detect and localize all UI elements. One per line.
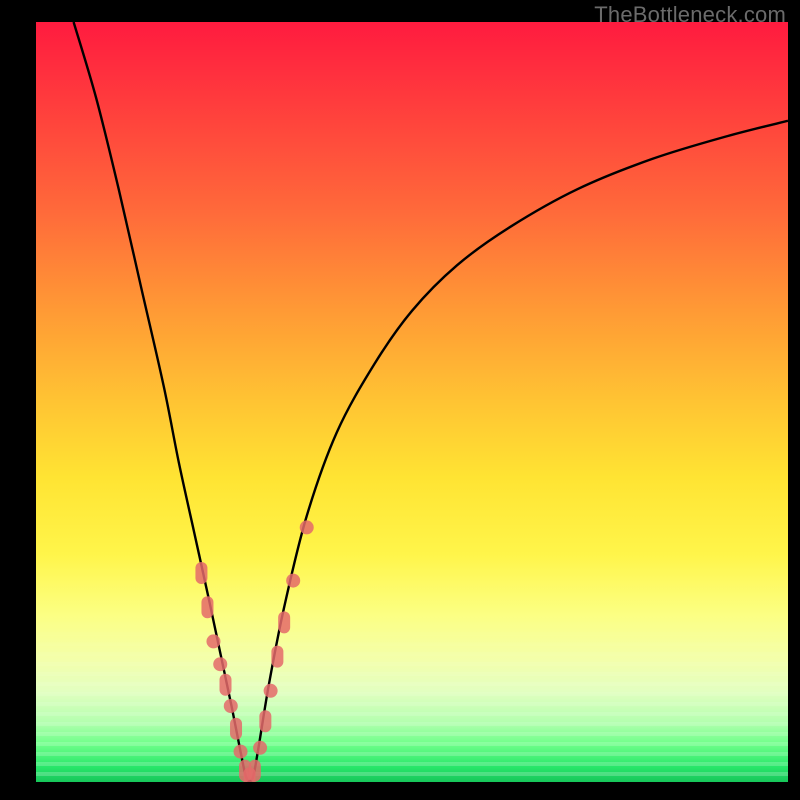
chart-frame: TheBottleneck.com [0,0,800,800]
plot-area [36,22,788,782]
watermark-label: TheBottleneck.com [594,2,786,28]
